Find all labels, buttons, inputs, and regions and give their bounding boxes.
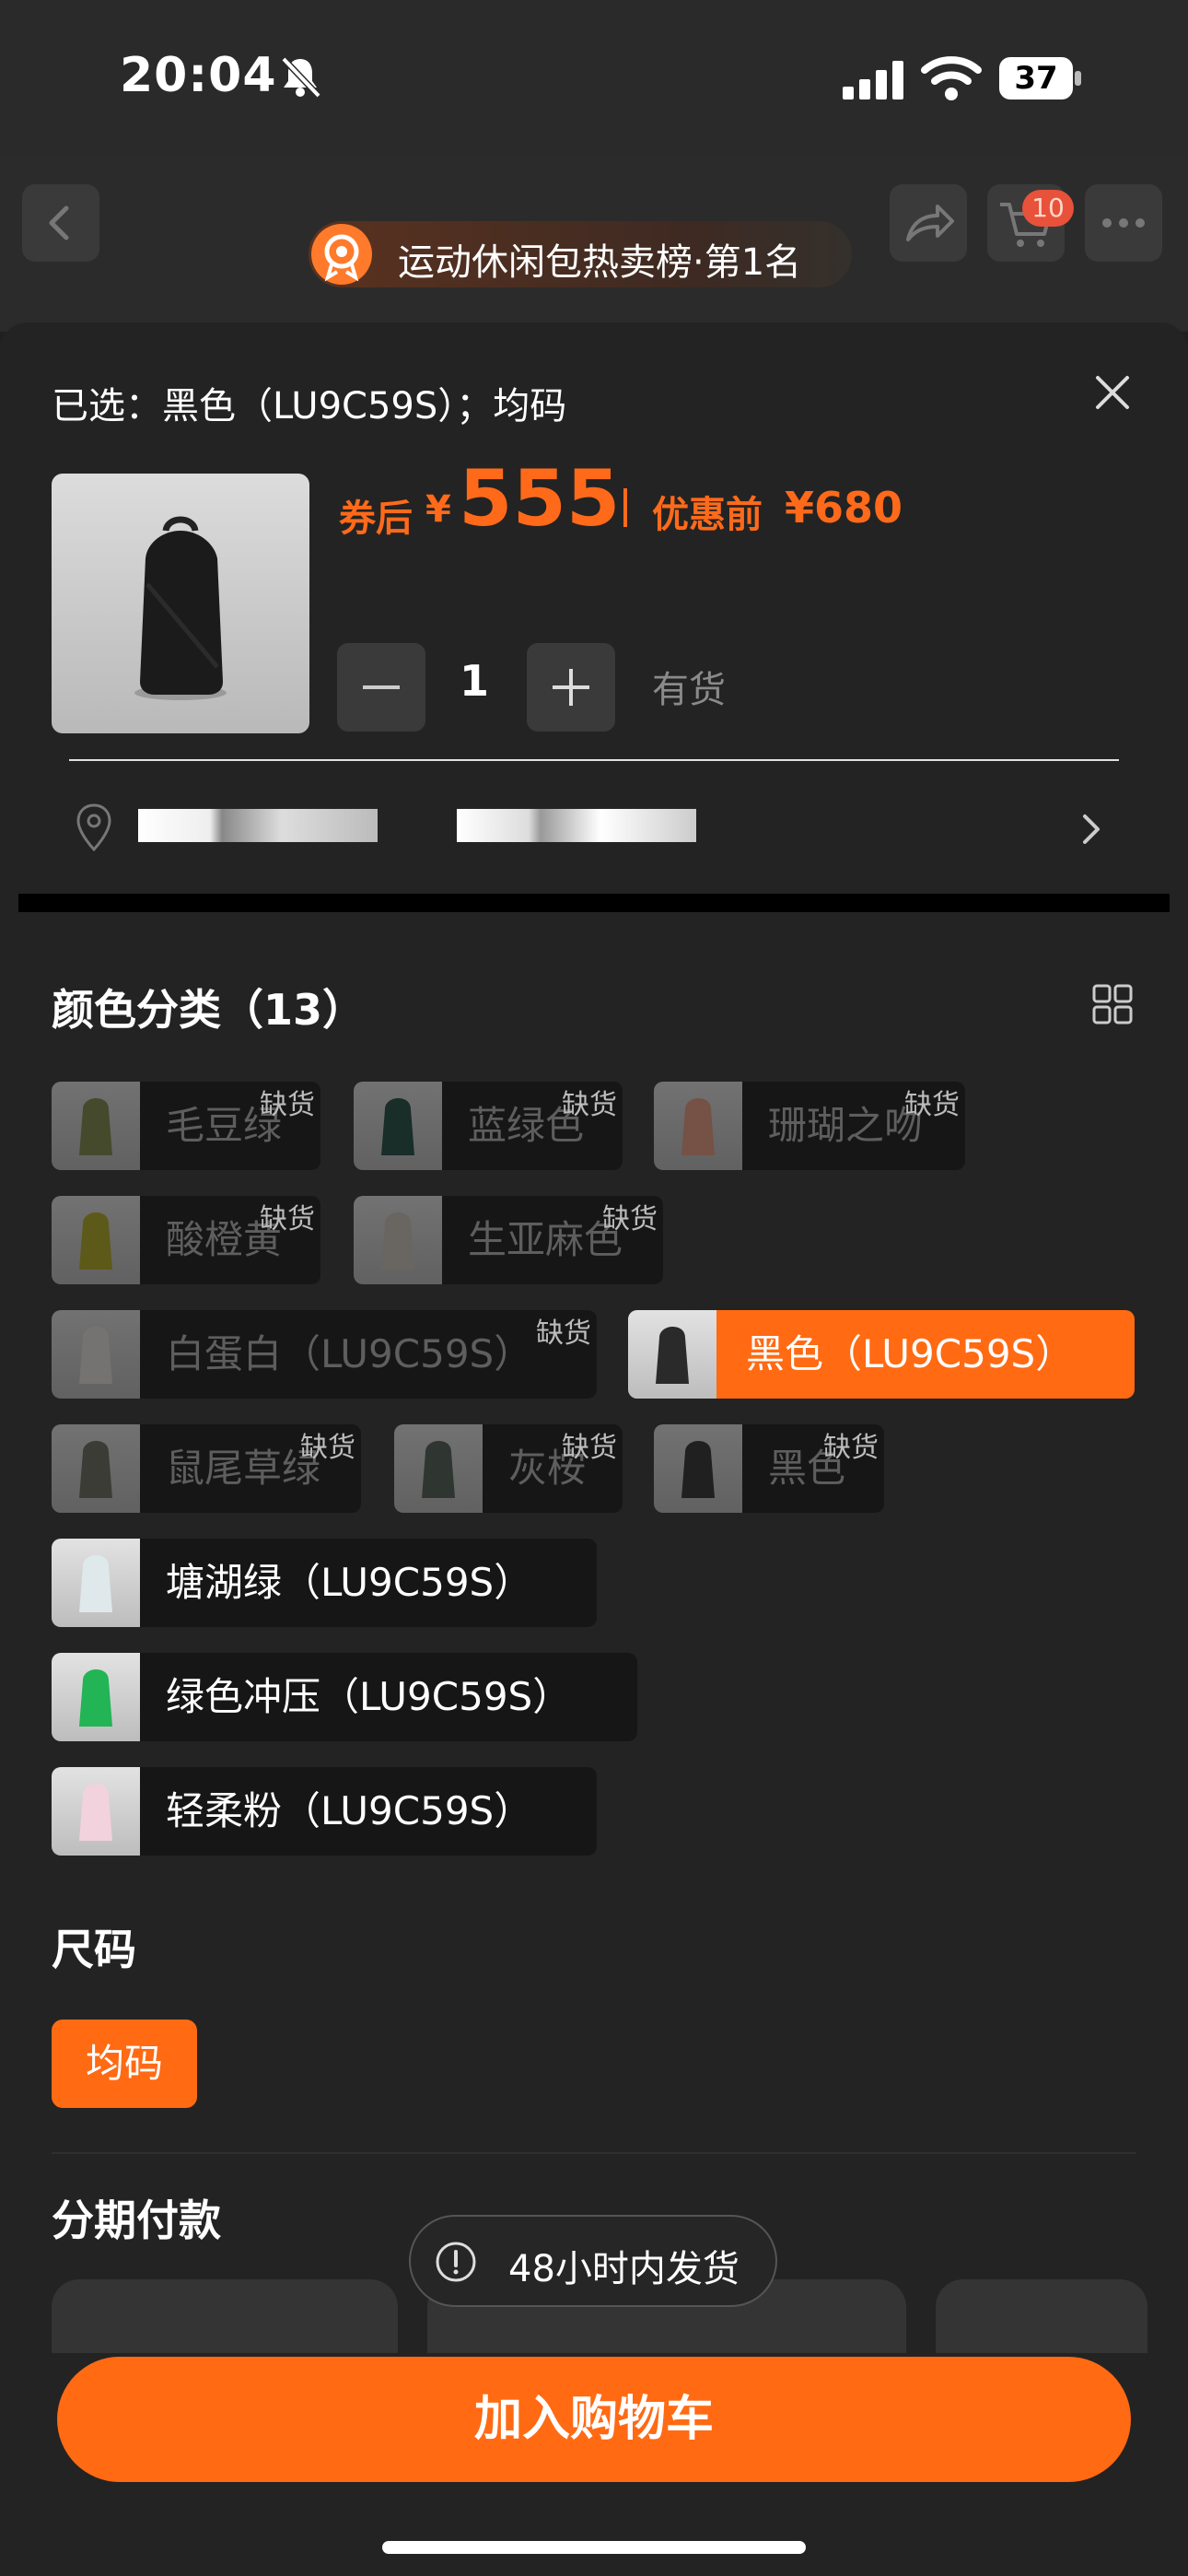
out-of-stock-badge: 缺货 (602, 1203, 658, 1235)
after-coupon-price: 555 (459, 453, 621, 544)
shipping-toast-text: 48小时内发货 (508, 2248, 740, 2290)
out-of-stock-badge: 缺货 (823, 1432, 879, 1464)
color-swatch-image (52, 1539, 140, 1627)
color-swatch-image (52, 1767, 140, 1856)
more-button[interactable] (1085, 184, 1162, 262)
before-discount-label: 优惠前 (652, 494, 763, 536)
color-option-label: 珊瑚之吻 (768, 1103, 924, 1148)
color-option-label: 绿色冲压（LU9C59S） (166, 1674, 572, 1719)
chevron-left-icon (49, 205, 69, 240)
color-swatch-image (52, 1082, 140, 1170)
out-of-stock-badge: 缺货 (904, 1089, 960, 1121)
color-option-chip[interactable]: 塘湖绿（LU9C59S） (52, 1539, 597, 1627)
bell-muted-icon (281, 56, 321, 99)
medal-icon (311, 224, 372, 285)
color-option-label: 生亚麻色 (468, 1217, 623, 1262)
color-option-chip[interactable]: 生亚麻色 缺货 (354, 1196, 663, 1284)
divider (69, 759, 1119, 761)
close-icon[interactable] (1092, 372, 1133, 413)
color-option-label: 白蛋白（LU9C59S） (166, 1331, 533, 1376)
out-of-stock-badge: 缺货 (260, 1203, 315, 1235)
color-option-chip[interactable]: 珊瑚之吻 缺货 (654, 1082, 965, 1170)
plus-icon (553, 669, 589, 706)
cellular-signal-icon (843, 61, 903, 100)
color-option-label: 鼠尾草绿 (166, 1446, 321, 1491)
quantity-value[interactable]: 1 (459, 656, 490, 706)
currency-symbol: ¥ (425, 488, 451, 531)
quantity-decrease-button[interactable] (337, 643, 425, 732)
address-redacted[interactable] (138, 809, 378, 842)
rank-badge-text: 运动休闲包热卖榜·第1名 (398, 241, 802, 284)
color-option-chip[interactable]: 酸橙黄 缺货 (52, 1196, 320, 1284)
color-option-chip[interactable]: 白蛋白（LU9C59S） 缺货 (52, 1310, 597, 1399)
out-of-stock-badge: 缺货 (300, 1432, 355, 1464)
before-discount-price: ¥680 (785, 483, 903, 533)
color-option-chip-selected[interactable]: 黑色（LU9C59S） (628, 1310, 1135, 1399)
color-option-chip[interactable]: 蓝绿色 缺货 (354, 1082, 623, 1170)
info-alert-icon (436, 2242, 476, 2282)
color-swatch-image (52, 1424, 140, 1513)
color-swatch-image (52, 1310, 140, 1399)
size-section-title: 尺码 (52, 1925, 136, 1974)
back-button[interactable] (22, 184, 99, 262)
after-coupon-label: 券后 (339, 498, 413, 540)
divider (52, 2152, 1136, 2154)
color-swatch-image (394, 1424, 483, 1513)
cart-count-badge: 10 (1022, 190, 1074, 227)
color-swatch-image (52, 1196, 140, 1284)
wifi-icon (921, 56, 982, 100)
home-indicator (382, 2541, 806, 2554)
installment-option-card[interactable] (52, 2279, 398, 2353)
minus-icon (363, 685, 400, 689)
color-section-title: 颜色分类（13） (52, 985, 366, 1035)
share-button[interactable] (890, 184, 967, 262)
color-option-chip[interactable]: 毛豆绿 缺货 (52, 1082, 320, 1170)
selected-summary: 已选：黑色（LU9C59S）；均码 (52, 385, 567, 427)
color-swatch-image (654, 1424, 742, 1513)
battery-icon: 37 (999, 57, 1082, 100)
location-pin-icon (76, 803, 111, 852)
quantity-increase-button[interactable] (527, 643, 615, 732)
price-divider (623, 488, 627, 527)
color-option-label: 黑色（LU9C59S） (746, 1331, 1075, 1376)
color-swatch-image (52, 1653, 140, 1741)
bag-image (134, 516, 227, 700)
color-swatch-image (354, 1082, 442, 1170)
share-icon (906, 205, 954, 241)
section-divider-bar (18, 894, 1170, 912)
address-redacted[interactable] (457, 809, 696, 842)
color-option-chip[interactable]: 黑色 缺货 (654, 1424, 884, 1513)
more-icon (1102, 218, 1145, 228)
color-option-chip[interactable]: 鼠尾草绿 缺货 (52, 1424, 361, 1513)
out-of-stock-badge: 缺货 (562, 1432, 617, 1464)
product-thumbnail[interactable] (52, 474, 309, 733)
out-of-stock-badge: 缺货 (536, 1317, 591, 1350)
chevron-right-icon[interactable] (1077, 809, 1105, 849)
color-option-chip[interactable]: 灰桉 缺货 (394, 1424, 623, 1513)
installment-option-card[interactable] (936, 2279, 1147, 2353)
color-option-chip[interactable]: 轻柔粉（LU9C59S） (52, 1767, 597, 1856)
out-of-stock-badge: 缺货 (562, 1089, 617, 1121)
color-option-chip[interactable]: 绿色冲压（LU9C59S） (52, 1653, 637, 1741)
out-of-stock-badge: 缺货 (260, 1089, 315, 1121)
color-swatch-image (654, 1082, 742, 1170)
color-option-label: 塘湖绿（LU9C59S） (166, 1560, 533, 1605)
grid-view-icon[interactable] (1090, 982, 1135, 1026)
installment-section-title: 分期付款 (52, 2195, 221, 2245)
status-time: 20:04 (120, 48, 277, 103)
add-to-cart-button[interactable]: 加入购物车 (57, 2357, 1131, 2482)
stock-status: 有货 (652, 669, 726, 711)
color-swatch-image (354, 1196, 442, 1284)
color-option-label: 轻柔粉（LU9C59S） (166, 1788, 533, 1833)
size-option-selected[interactable]: 均码 (52, 2020, 197, 2108)
color-swatch-image (628, 1310, 716, 1399)
battery-level: 37 (1014, 60, 1058, 97)
